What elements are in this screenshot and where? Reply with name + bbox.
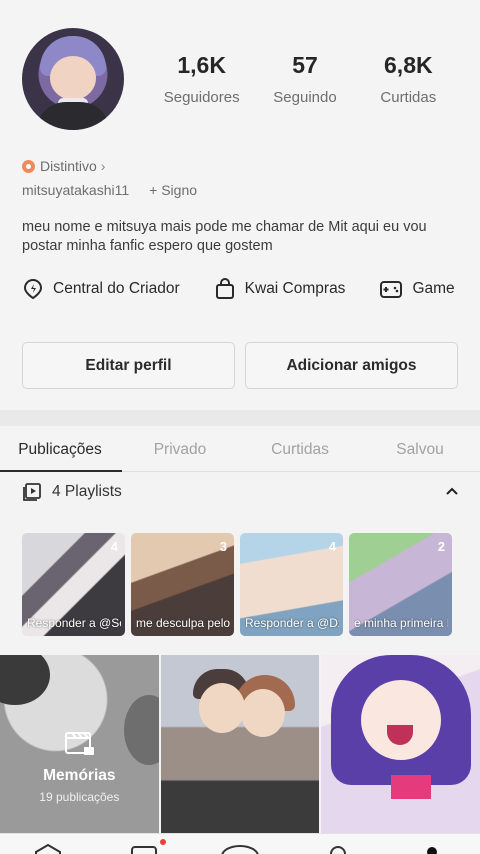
notification-dot	[160, 839, 166, 845]
messages-icon[interactable]	[130, 844, 158, 854]
chevron-up-icon[interactable]	[444, 484, 460, 500]
playlist-count: 2	[437, 539, 445, 554]
stat-label: Seguidores	[163, 89, 240, 106]
home-icon[interactable]	[34, 844, 62, 854]
avatar[interactable]	[22, 28, 124, 130]
bottom-navigation	[0, 833, 480, 854]
tab-likes[interactable]: Curtidas	[240, 426, 360, 471]
search-icon[interactable]	[326, 844, 350, 854]
action-buttons: Editar perfil Adicionar amigos	[22, 342, 458, 389]
stat-label: Curtidas	[380, 89, 437, 106]
gamepad-icon	[380, 281, 403, 298]
playlist-card[interactable]: 3 me desculpa pelo atraso m...	[131, 533, 234, 636]
playlist-icon	[23, 483, 41, 501]
shopping-link[interactable]: Kwai Compras	[214, 278, 346, 300]
tab-publications[interactable]: Publicações	[0, 426, 122, 472]
memories-icon	[65, 732, 94, 755]
add-sign-button[interactable]: + Signo	[149, 182, 197, 198]
stats-row: 1,6K Seguidores 57 Seguindo 6,8K Curtida…	[150, 52, 460, 106]
stat-label: Seguindo	[273, 89, 337, 106]
stat-likes[interactable]: 6,8K Curtidas	[357, 52, 460, 106]
playlist-caption: Responder a @Sonia Nune...	[27, 616, 121, 630]
shortcut-row: Central do Criador Kwai Compras Game	[22, 278, 480, 300]
playlist-caption: Responder a @Dxx kaua...	[245, 616, 339, 630]
playlist-card[interactable]: 4 Responder a @Sonia Nune...	[22, 533, 125, 636]
creator-center-link[interactable]: Central do Criador	[22, 278, 180, 300]
tab-private[interactable]: Privado	[120, 426, 240, 471]
stat-following[interactable]: 57 Seguindo	[253, 52, 356, 106]
playlist-count: 3	[219, 539, 227, 554]
playlist-count: 4	[328, 539, 336, 554]
memories-subtitle: 19 publicações	[39, 790, 120, 804]
playlist-card[interactable]: 4 Responder a @Dxx kaua...	[240, 533, 343, 636]
username: mitsuyatakashi11	[22, 182, 130, 198]
shortcut-label: Central do Criador	[53, 280, 180, 297]
stat-followers[interactable]: 1,6K Seguidores	[150, 52, 253, 106]
memories-title: Memórias	[43, 767, 116, 784]
posts-grid: Memórias 19 publicações	[0, 655, 480, 833]
creator-pin-icon	[23, 278, 43, 300]
memories-tile[interactable]: Memórias 19 publicações	[0, 655, 159, 833]
playlist-caption: me desculpa pelo atraso m...	[136, 616, 230, 630]
profile-header: 1,6K Seguidores 57 Seguindo 6,8K Curtida…	[0, 0, 480, 410]
playlists-header[interactable]: 4 Playlists	[22, 482, 460, 502]
profile-icon[interactable]	[420, 844, 444, 854]
content-tabs: Publicações Privado Curtidas Salvou	[0, 426, 480, 472]
playlist-caption: e minha primeira Fan...	[354, 616, 448, 630]
badge-link[interactable]: Distintivo ›	[22, 158, 105, 174]
stat-value: 57	[292, 52, 318, 78]
bio-text: meu nome e mitsuya mais pode me chamar d…	[22, 219, 427, 254]
section-divider	[0, 410, 480, 426]
add-friends-button[interactable]: Adicionar amigos	[245, 342, 458, 389]
playlist-thumbnails: 4 Responder a @Sonia Nune... 3 me descul…	[22, 533, 452, 636]
shortcut-label: Kwai Compras	[244, 280, 346, 297]
badge-icon	[22, 159, 35, 173]
game-link[interactable]: Game	[379, 278, 455, 300]
playlist-count: 4	[110, 539, 118, 554]
post-thumbnail[interactable]	[321, 655, 480, 833]
tab-saved[interactable]: Salvou	[360, 426, 480, 471]
stat-value: 6,8K	[384, 52, 433, 78]
edit-profile-button[interactable]: Editar perfil	[22, 342, 235, 389]
shopping-bag-icon	[215, 278, 234, 299]
user-info-row: mitsuyatakashi11 + Signo	[22, 182, 197, 198]
create-icon[interactable]	[218, 844, 262, 854]
playlists-title: 4 Playlists	[52, 483, 122, 500]
chevron-right-icon: ›	[100, 158, 106, 174]
stat-value: 1,6K	[177, 52, 226, 78]
playlist-card[interactable]: 2 e minha primeira Fan...	[349, 533, 452, 636]
post-thumbnail[interactable]	[160, 655, 320, 833]
badge-label: Distintivo	[40, 158, 97, 174]
shortcut-label: Game	[412, 280, 455, 297]
